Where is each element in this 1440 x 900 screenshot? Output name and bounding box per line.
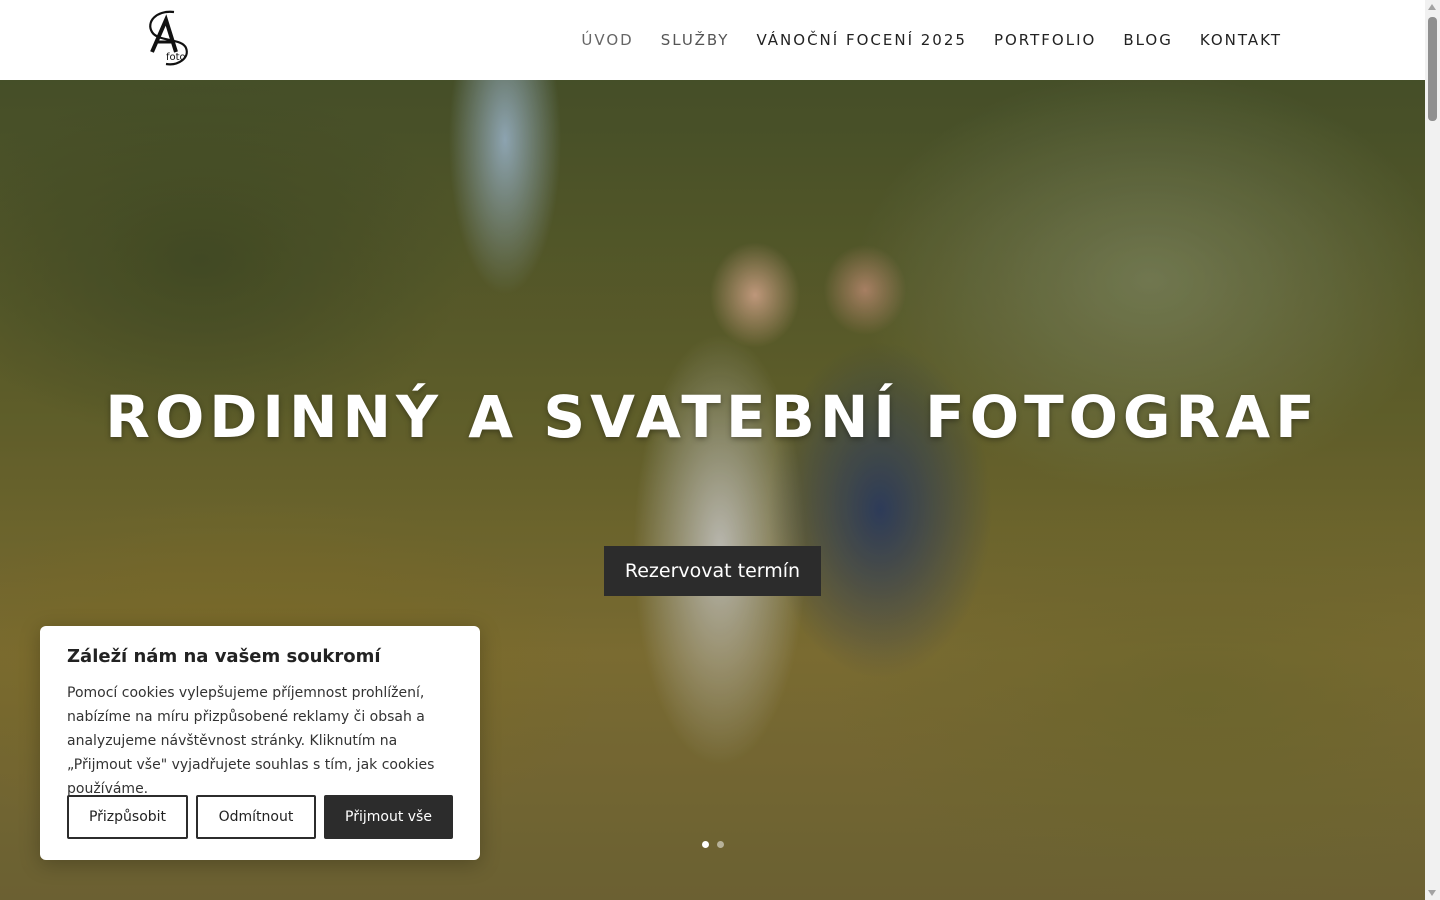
nav-item-sluzby[interactable]: SLUŽBY	[661, 31, 730, 49]
scroll-up-icon[interactable]	[1428, 4, 1436, 10]
cookie-customize-button[interactable]: Přizpůsobit	[67, 795, 188, 839]
nav-item-vanocni-foceni[interactable]: VÁNOČNÍ FOCENÍ 2025	[756, 31, 966, 49]
nav-item-kontakt[interactable]: KONTAKT	[1200, 31, 1282, 49]
site-header: foto ÚVOD SLUŽBY VÁNOČNÍ FOCENÍ 2025 POR…	[0, 0, 1425, 80]
site-logo[interactable]: foto	[142, 8, 198, 70]
slider-dot-1[interactable]	[701, 841, 709, 848]
cookie-heading: Záleží nám na vašem soukromí	[67, 646, 381, 667]
logo-text: foto	[166, 52, 186, 63]
page-scrollbar[interactable]	[1425, 0, 1440, 900]
scroll-down-icon[interactable]	[1428, 890, 1436, 896]
hero-title: RODINNÝ A SVATEBNÍ FOTOGRAF	[105, 383, 1320, 451]
slider-dot-2[interactable]	[716, 841, 724, 848]
nav-item-blog[interactable]: BLOG	[1123, 31, 1173, 49]
cookie-accept-button[interactable]: Přijmout vše	[324, 795, 453, 839]
cookie-text: Pomocí cookies vylepšujeme příjemnost pr…	[67, 685, 435, 797]
nav-item-uvod[interactable]: ÚVOD	[581, 31, 633, 49]
book-appointment-button[interactable]: Rezervovat termín	[604, 546, 821, 596]
nav-item-portfolio[interactable]: PORTFOLIO	[994, 31, 1096, 49]
logo-icon: foto	[149, 10, 188, 66]
scrollbar-thumb[interactable]	[1428, 17, 1437, 121]
cookie-consent-banner: Záleží nám na vašem soukromí Pomocí cook…	[40, 626, 480, 860]
cookie-reject-button[interactable]: Odmítnout	[196, 795, 316, 839]
main-nav: ÚVOD SLUŽBY VÁNOČNÍ FOCENÍ 2025 PORTFOLI…	[581, 0, 1282, 80]
cookie-buttons: Přizpůsobit Odmítnout Přijmout vše	[67, 795, 453, 839]
